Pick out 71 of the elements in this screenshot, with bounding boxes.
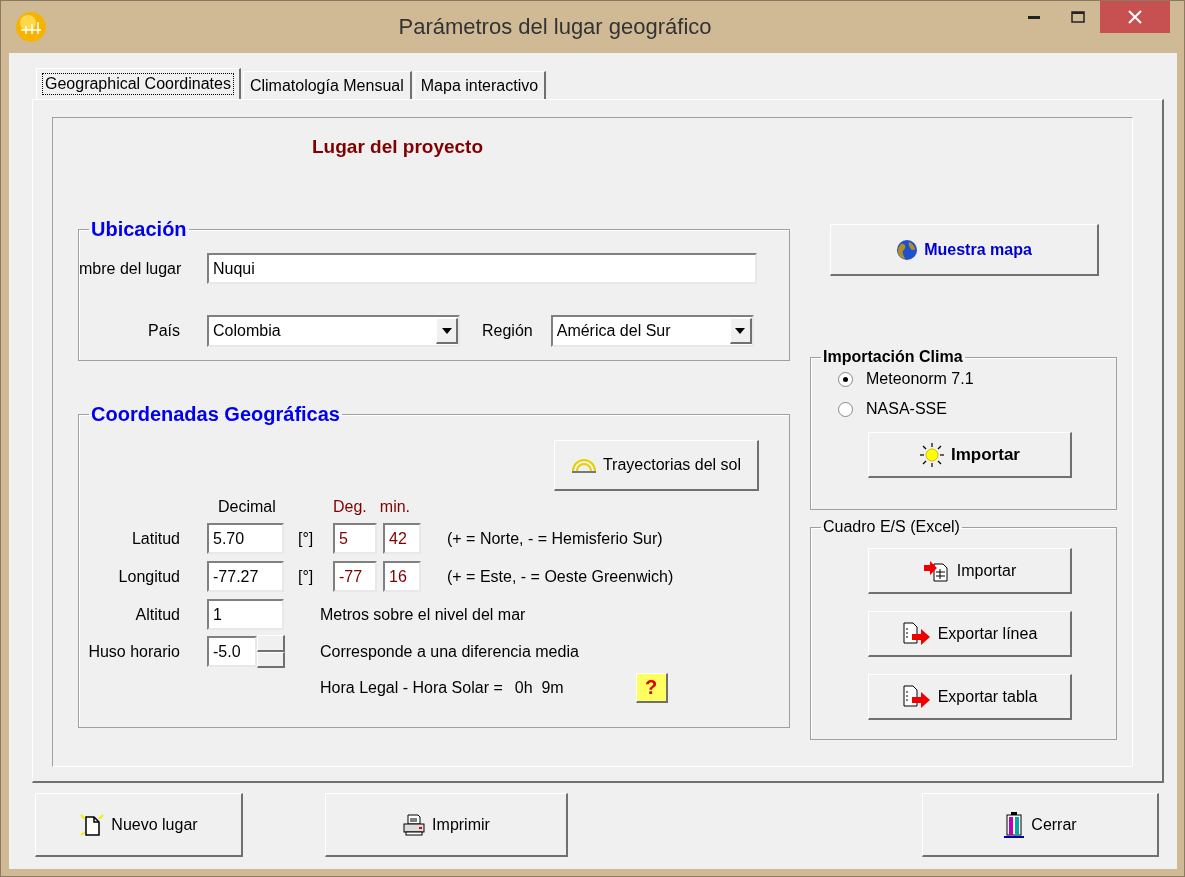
tab[interactable]: Mapa interactivo	[413, 71, 547, 99]
close-button[interactable]	[1100, 1, 1170, 33]
number-field[interactable]: -5.0	[207, 636, 257, 667]
sheet-arrow-icon	[901, 683, 932, 710]
group-title: Coordenadas Geográficas	[90, 403, 341, 426]
sheet-arrow-icon	[922, 558, 951, 583]
option-label: NASA-SSE	[866, 400, 947, 418]
help-button[interactable]: ?	[635, 673, 668, 703]
degree-field[interactable]: 5	[333, 523, 377, 554]
time-difference-value: 0h 9m	[514, 679, 564, 697]
hint-text: Corresponde a una diferencia media	[320, 642, 579, 661]
sun-icon	[919, 441, 945, 468]
tab[interactable]: Climatología Mensual	[242, 71, 412, 99]
close-icon	[1128, 10, 1142, 24]
import-button[interactable]: Importar	[868, 432, 1072, 478]
field-label: Longitud	[117, 567, 180, 586]
country-dropdown[interactable]: Colombia	[207, 315, 460, 347]
sun-arc-icon	[570, 457, 597, 473]
printer-icon	[402, 812, 427, 837]
dropdown-button[interactable]	[436, 318, 458, 344]
hint-text: Metros sobre el nivel del mar	[320, 605, 526, 624]
field-label: Altitud	[134, 605, 180, 624]
minute-field[interactable]: 16	[383, 561, 421, 592]
group-title: Cuadro E/S (Excel)	[822, 518, 961, 536]
option-label: Meteonorm 7.1	[866, 370, 974, 388]
excel-button[interactable]: Importar	[868, 548, 1072, 594]
excel-button[interactable]: Exportar tabla	[868, 674, 1072, 720]
minimize-icon	[1028, 15, 1040, 19]
time-difference-label: Hora Legal - Hora Solar =	[320, 679, 503, 697]
dropdown-button[interactable]	[729, 318, 752, 344]
number-field[interactable]: 1	[207, 599, 284, 630]
number-field[interactable]: -77.27	[207, 561, 284, 592]
field-label: Huso horario	[87, 642, 180, 661]
field-label: mbre del lugar	[79, 259, 180, 278]
tab[interactable]: Geographical Coordinates	[36, 68, 241, 99]
section-heading: Lugar del proyecto	[312, 136, 485, 158]
radio-button[interactable]	[838, 371, 853, 387]
unit-label: [°]	[298, 529, 315, 548]
minute-field[interactable]: 42	[383, 523, 421, 554]
column-header: min.	[379, 498, 411, 516]
caret-icon	[441, 327, 452, 334]
degree-field[interactable]: -77	[333, 561, 377, 592]
app-icon	[14, 10, 48, 44]
group-title: Ubicación	[90, 218, 188, 241]
document-icon	[79, 812, 106, 837]
maximize-icon	[1071, 11, 1085, 23]
exit-door-icon	[1003, 810, 1026, 839]
show-map-button[interactable]: Muestra mapa	[830, 224, 1099, 276]
text-field[interactable]: Nuqui	[207, 253, 757, 284]
column-header: Deg.	[333, 498, 367, 516]
sheet-arrow-icon	[901, 620, 932, 647]
sun-paths-button[interactable]: Trayectorias del sol	[554, 440, 759, 491]
number-field[interactable]: 5.70	[207, 523, 284, 554]
field-label: País	[147, 322, 180, 340]
spin-buttons[interactable]	[257, 635, 285, 668]
excel-button[interactable]: Exportar línea	[868, 611, 1072, 657]
hint-text: (+ = Norte, - = Hemisferio Sur)	[447, 529, 663, 548]
column-header: Decimal	[218, 498, 277, 516]
field-label: Región	[482, 322, 533, 340]
window-title: Parámetros del lugar geográfico	[397, 14, 713, 40]
footer-button[interactable]: Cerrar	[922, 793, 1159, 857]
group-title: Importación Clima	[822, 348, 964, 366]
globe-icon	[896, 238, 919, 261]
footer-button[interactable]: Nuevo lugar	[35, 793, 243, 857]
unit-label: [°]	[298, 567, 315, 586]
footer-button[interactable]: Imprimir	[325, 793, 568, 857]
hint-text: (+ = Este, - = Oeste Greenwich)	[447, 567, 674, 586]
radio-button[interactable]	[838, 401, 853, 417]
caret-icon	[735, 327, 746, 334]
field-label: Latitud	[130, 529, 180, 548]
region-dropdown[interactable]: América del Sur	[550, 315, 754, 347]
